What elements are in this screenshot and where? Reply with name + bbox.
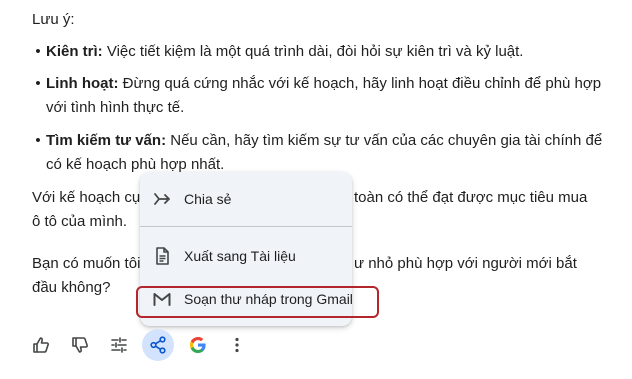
forward-arrow-icon (152, 189, 172, 209)
bullet-text: Việc tiết kiệm là một quá trình dài, đòi… (102, 43, 524, 60)
bullet-term: Kiên trì: (46, 43, 103, 60)
paragraph-1-start: Với kế hoạch cụ (32, 189, 141, 206)
double-check-button[interactable] (182, 329, 214, 361)
bullet-text-continuation: với tình hình thực tế. (46, 99, 185, 116)
paragraph-2-start: Bạn có muốn tôi (32, 255, 141, 272)
menu-divider (140, 226, 352, 227)
menu-item-label: Chia sẻ (184, 191, 232, 207)
document-icon (152, 246, 172, 266)
modify-response-button[interactable] (103, 329, 135, 361)
paragraph-1-end: toàn có thể đạt được mục tiêu mua (354, 189, 588, 206)
share-button[interactable] (142, 329, 174, 361)
note-heading: Lưu ý: (32, 11, 75, 28)
menu-item-export-docs[interactable]: Xuất sang Tài liệu (140, 237, 352, 275)
google-icon (190, 337, 206, 353)
thumb-down-icon (72, 337, 88, 353)
menu-item-share[interactable]: Chia sẻ (140, 180, 352, 218)
menu-item-label: Xuất sang Tài liệu (184, 248, 296, 264)
thumb-up-icon (33, 337, 49, 353)
paragraph-1-line-2: ô tô của mình. (32, 213, 128, 230)
bullet-text: Nếu cần, hãy tìm kiếm sự tư vấn của các … (166, 132, 603, 149)
bullet-term: Tìm kiếm tư vấn: (46, 132, 167, 149)
share-icon (150, 336, 166, 354)
more-vert-icon (235, 337, 239, 353)
bullet-dot: • (35, 75, 41, 92)
tune-icon (111, 337, 127, 353)
bullet-term: Linh hoạt: (46, 75, 119, 92)
paragraph-2-end: ư nhỏ phù hợp với người mới bắt (354, 255, 577, 272)
more-options-button[interactable] (221, 329, 253, 361)
paragraph-2-line-2: đầu không? (32, 279, 111, 296)
thumb-up-button[interactable] (25, 329, 57, 361)
highlight-box (136, 286, 379, 318)
bullet-dot: • (35, 132, 41, 149)
thumb-down-button[interactable] (64, 329, 96, 361)
bullet-dot: • (35, 43, 41, 60)
bullet-text: Đừng quá cứng nhắc với kế hoạch, hãy lin… (118, 75, 602, 92)
